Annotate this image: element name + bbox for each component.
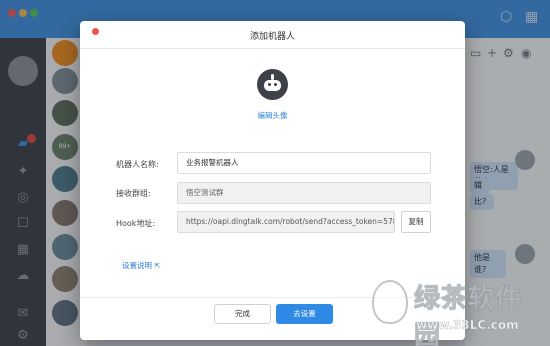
robot-icon[interactable] bbox=[257, 69, 288, 100]
settings-help-link[interactable]: 设置说明 ⇱ bbox=[122, 260, 160, 271]
copy-button[interactable]: 复制 bbox=[401, 211, 431, 233]
robot-eye bbox=[268, 83, 271, 86]
watermark: 绿茶软件园 www.33LC.com bbox=[372, 276, 548, 346]
hook-url-field[interactable]: https://oapi.dingtalk.com/robot/send?acc… bbox=[177, 211, 395, 233]
robot-name-input[interactable]: 业务报警机器人 bbox=[177, 152, 431, 174]
done-button[interactable]: 完成 bbox=[214, 304, 271, 324]
external-link-icon: ⇱ bbox=[154, 262, 161, 270]
group-label: 接收群组: bbox=[116, 189, 151, 198]
dialog-title: 添加机器人 bbox=[249, 32, 295, 42]
settings-help-label: 设置说明 bbox=[122, 261, 152, 270]
setup-button[interactable]: 去设置 bbox=[276, 304, 333, 324]
dialog-header: 添加机器人 bbox=[80, 21, 465, 49]
hook-label: Hook地址: bbox=[116, 219, 156, 228]
watermark-logo-icon bbox=[372, 280, 408, 324]
group-field: 悟空测试群 bbox=[177, 182, 431, 204]
edit-avatar-link[interactable]: 编辑头像 bbox=[80, 110, 465, 121]
watermark-brand: 绿茶软件园 bbox=[414, 284, 523, 346]
robot-name-label: 机器人名称: bbox=[116, 160, 159, 169]
robot-eye bbox=[274, 83, 277, 86]
robot-face bbox=[264, 80, 281, 91]
watermark-url: www.33LC.com bbox=[416, 318, 519, 333]
